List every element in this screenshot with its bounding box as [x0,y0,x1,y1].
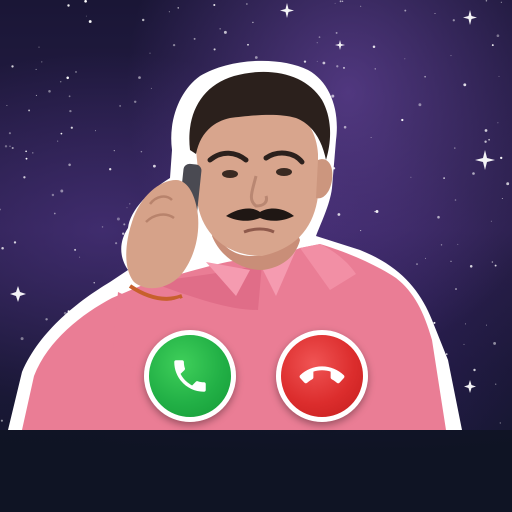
phone-hangup-icon [299,353,345,399]
decline-call-button[interactable] [276,330,368,422]
accept-call-button[interactable] [144,330,236,422]
caller-photo-sticker [8,60,462,430]
incoming-call-screen [0,0,512,512]
phone-icon [169,355,211,397]
